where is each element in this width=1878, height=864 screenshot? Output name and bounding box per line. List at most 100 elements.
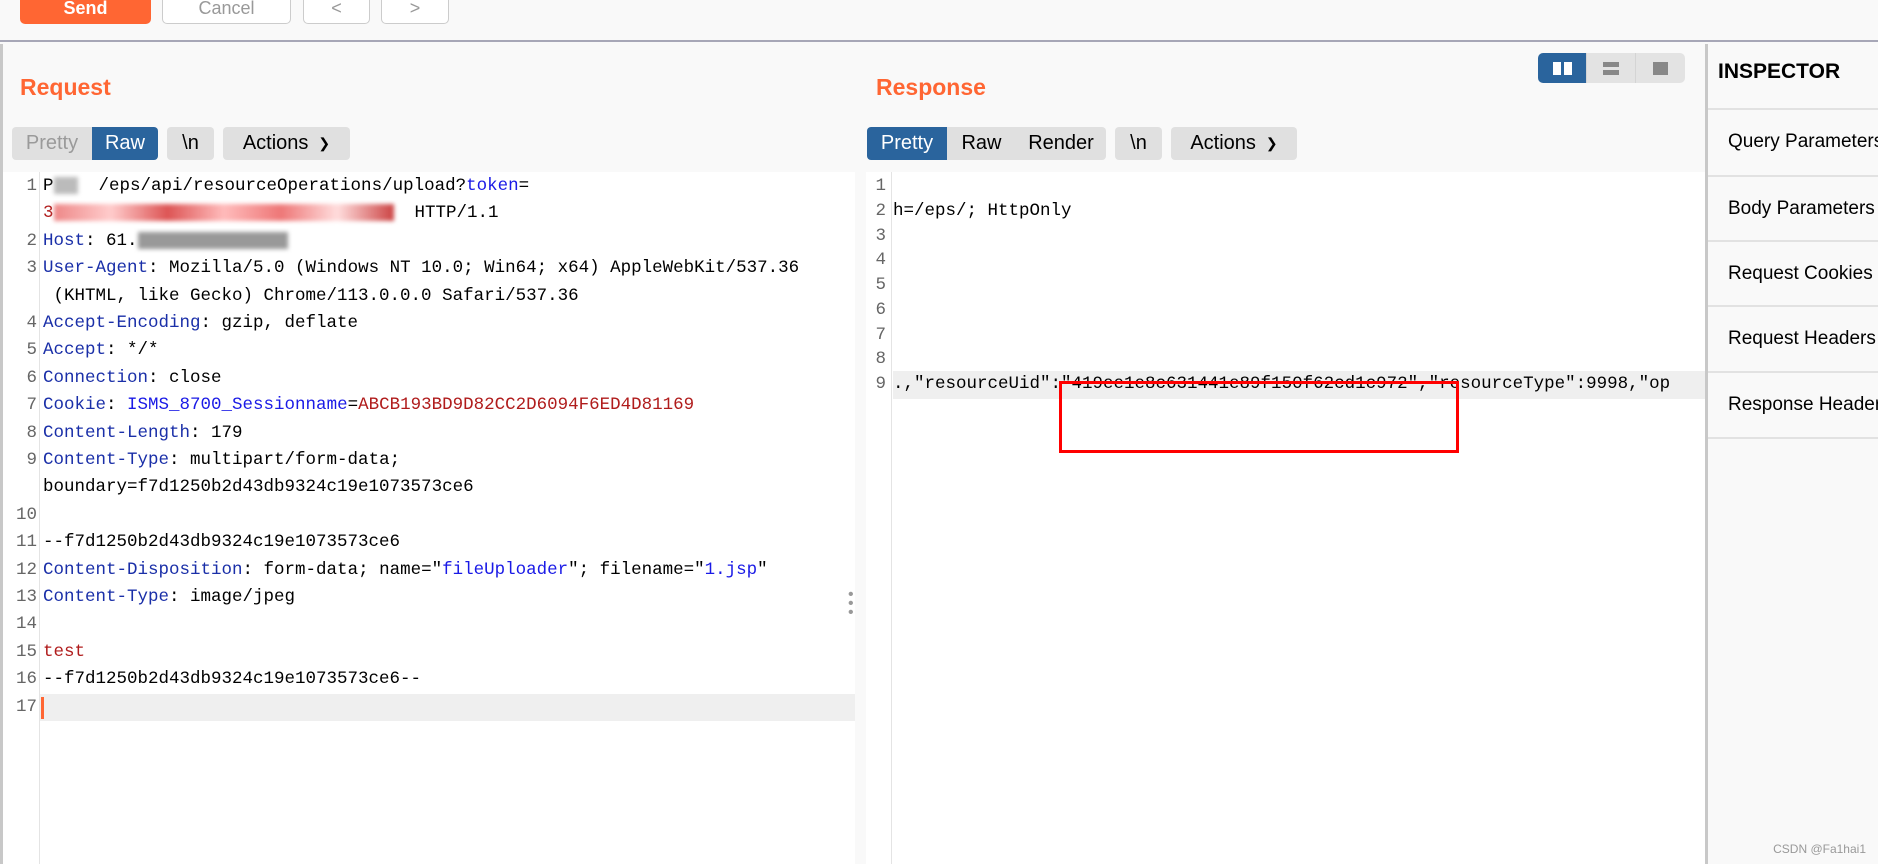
cancel-button[interactable]: Cancel — [162, 0, 291, 24]
line-number: 8 — [26, 422, 37, 443]
code-line: 15 test — [3, 639, 855, 666]
response-editor[interactable]: 1 2 h=/eps/; HttpOnly 3 4 5 6 7 8 9 .,"resourceUid… — [866, 172, 1705, 864]
redacted-host — [137, 231, 288, 249]
response-title: Response — [876, 74, 986, 100]
code-line: (KHTML, like Gecko) Chrome/113.0.0.0 Saf… — [3, 283, 855, 310]
code-token: boundary=f7d1250b2d43db9324c19e1073573ce… — [43, 477, 474, 498]
response-tabs: Pretty Raw Render \n Actions ❯ — [867, 127, 1306, 160]
code-token: /eps/api/resourceOperations/upload? — [77, 176, 467, 196]
inspector-title: INSPECTOR — [1718, 60, 1841, 83]
line-number: 17 — [15, 696, 37, 717]
line-text: Content-Type: image/jpeg — [43, 584, 855, 611]
code-token: Accept-Encoding — [43, 313, 201, 333]
tab-pretty[interactable]: Pretty — [867, 127, 947, 160]
columns-icon — [1552, 61, 1572, 75]
line-number: 7 — [875, 324, 886, 345]
code-token: Content-Type — [43, 450, 170, 470]
inspector-item[interactable]: Body Parameters — [1708, 175, 1878, 241]
actions-label: Actions — [242, 132, 309, 154]
line-number: 14 — [15, 614, 37, 635]
request-tabs: Pretty Raw \n Actions ❯ — [12, 127, 359, 160]
forward-button[interactable]: > — [381, 0, 449, 24]
tab-raw[interactable]: Raw — [947, 127, 1016, 160]
single-view-button[interactable] — [1636, 53, 1685, 83]
line-number: 1 — [26, 176, 37, 196]
code-line: 17 — [16, 693, 855, 721]
tab-render[interactable]: Render — [1016, 127, 1106, 160]
inspector-item[interactable]: Request Cookies — [1708, 240, 1878, 306]
code-token: : */* — [106, 340, 159, 361]
line-number: 4 — [875, 250, 886, 271]
code-line: 4 — [866, 247, 1705, 274]
code-line: 2 Host: 61. — [3, 228, 855, 255]
highlight-box — [1059, 381, 1459, 453]
code-token: 1.jsp — [704, 559, 758, 580]
newline-toggle[interactable]: \n — [167, 127, 214, 160]
code-line: 1P /eps/api/resourceOperations/upload?to… — [3, 173, 855, 200]
code-token: ISMS_8700_Sessionname — [127, 395, 348, 416]
line-text: Connection: close — [43, 365, 855, 392]
line-number: 9 — [26, 450, 37, 470]
code-line: 3 User-Agent: Mozilla/5.0 (Windows NT 10.… — [3, 255, 855, 282]
line-text: --f7d1250b2d43db9324c19e1073573ce6 — [43, 529, 855, 556]
text-cursor — [41, 696, 44, 719]
code-line: 7 Cookie: ISMS_8700_Sessionname=ABCB193BD… — [3, 392, 855, 419]
code-line: 12 Content-Disposition: form-data; name="… — [3, 557, 855, 584]
request-editor[interactable]: 1P /eps/api/resourceOperations/upload?to… — [3, 172, 855, 864]
code-token: = — [347, 395, 359, 416]
newline-toggle[interactable]: \n — [1115, 127, 1162, 160]
line-text: Accept: */* — [43, 337, 855, 364]
code-token: ABCB193BD9D82CC2D6094F6ED4D81169 — [358, 395, 695, 416]
code-token: : 179 — [190, 422, 243, 443]
code-token: Content-Length — [43, 422, 191, 443]
line-number: 7 — [26, 395, 37, 416]
code-token: Connection — [43, 367, 149, 388]
line-text: Content-Type: multipart/form-data; — [43, 447, 855, 474]
code-line: 8 Content-Length: 179 — [3, 420, 855, 447]
inspector-item[interactable]: Query Parameters — [1708, 108, 1878, 174]
back-button[interactable]: < — [303, 0, 370, 24]
inspector-item[interactable]: Response Headers — [1708, 371, 1878, 437]
send-button[interactable]: Send — [20, 0, 151, 24]
kebab-menu-icon[interactable]: • • • — [848, 587, 854, 621]
line-number: 13 — [15, 587, 37, 607]
code-line: 10 — [3, 502, 855, 529]
code-line: 4 Accept-Encoding: gzip, deflate — [3, 310, 855, 337]
code-token: --f7d1250b2d43db9324c19e1073573ce6-- — [43, 669, 422, 690]
code-token: Accept — [43, 340, 107, 361]
actions-dropdown[interactable]: Actions ❯ — [223, 127, 350, 160]
chevron-down-icon: ❯ — [318, 135, 331, 151]
line-number: 3 — [26, 258, 37, 279]
inspector-item[interactable]: Request Headers — [1708, 305, 1878, 371]
toolbar: Send Cancel < > — [0, 0, 1878, 42]
code-token: : image/jpeg — [169, 587, 296, 607]
code-token: : gzip, deflate — [200, 313, 359, 333]
inspector-panel: INSPECTOR Query Parameters Body Parameter… — [1705, 44, 1878, 864]
line-number: 4 — [26, 313, 37, 333]
code-line: 9 Content-Type: multipart/form-data; — [3, 447, 855, 474]
actions-label: Actions — [1190, 132, 1256, 154]
line-text: --f7d1250b2d43db9324c19e1073573ce6-- — [43, 666, 855, 693]
line-text: Content-Disposition: form-data; name="fi… — [43, 557, 855, 584]
code-token: (KHTML, like Gecko) Chrome/113.0.0.0 Saf… — [43, 285, 579, 306]
code-line: 3 HTTP/1.1 — [3, 200, 855, 227]
actions-dropdown[interactable]: Actions ❯ — [1171, 127, 1297, 160]
redacted-token — [53, 204, 394, 222]
code-token: token — [466, 176, 519, 196]
tab-pretty[interactable]: Pretty — [12, 127, 92, 160]
line-number: 10 — [15, 504, 37, 525]
code-token: 3 — [43, 203, 54, 224]
split-horizontal-button[interactable] — [1538, 53, 1587, 83]
split-vertical-button[interactable] — [1587, 53, 1636, 83]
watermark: CSDN @Fa1hai1 — [1773, 842, 1866, 856]
code-line: 6 — [866, 297, 1705, 324]
code-token: HTTP/1.1 — [393, 203, 499, 224]
code-token: Content-Disposition — [43, 559, 243, 580]
code-token: P — [43, 176, 54, 196]
line-text: h=/eps/; HttpOnly — [893, 200, 1072, 221]
code-token: : — [106, 395, 128, 416]
code-token: : 61. — [85, 230, 138, 251]
chevron-down-icon: ❯ — [1265, 135, 1278, 151]
code-line: 5 — [866, 272, 1705, 299]
tab-raw[interactable]: Raw — [92, 127, 158, 160]
